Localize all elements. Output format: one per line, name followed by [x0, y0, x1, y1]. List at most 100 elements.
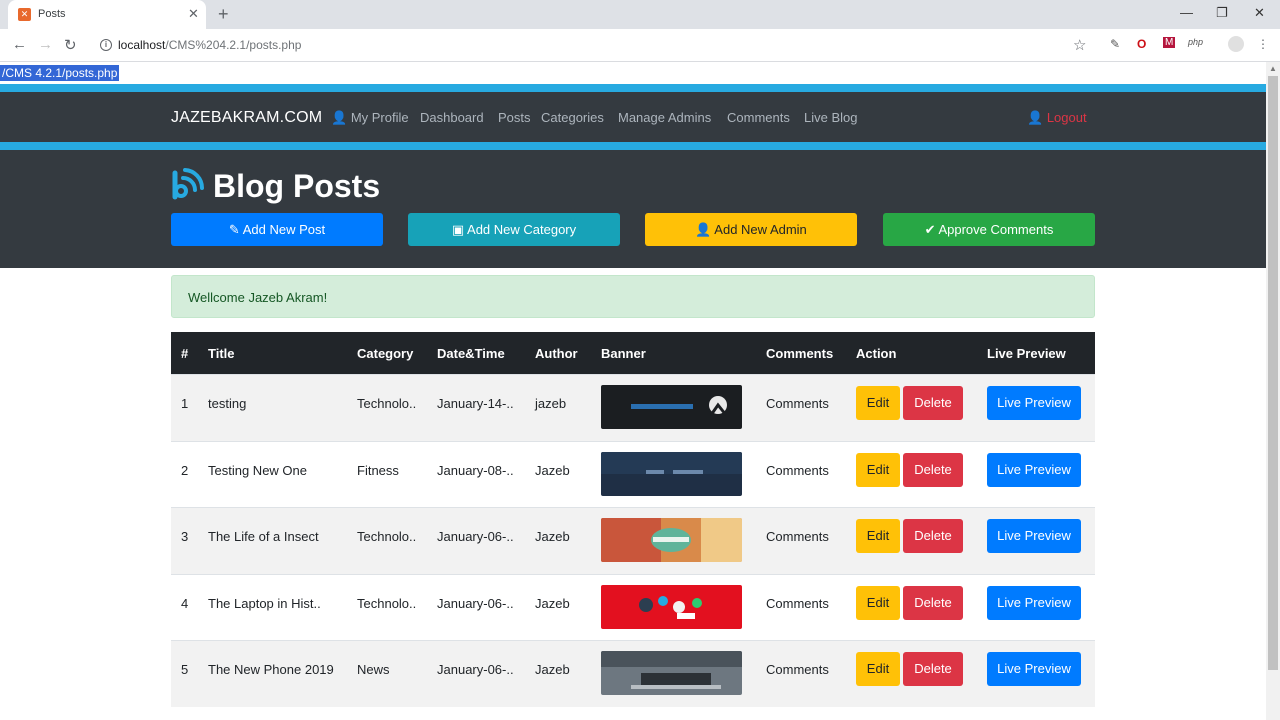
edit-button[interactable]: Edit — [856, 585, 900, 620]
blog-icon — [172, 168, 205, 200]
row-comments-link[interactable]: Comments — [766, 596, 829, 611]
menu-kebab-icon[interactable]: ⋮ — [1257, 37, 1269, 51]
live-preview-button[interactable]: Live Preview — [987, 585, 1081, 620]
header-datetime: Date&Time — [437, 346, 505, 361]
scroll-thumb[interactable] — [1268, 76, 1278, 670]
row-category: Technolo.. — [357, 529, 417, 545]
nav-posts[interactable]: Posts — [498, 110, 531, 125]
live-preview-button[interactable]: Live Preview — [987, 386, 1081, 420]
row-date: January-14-.. — [437, 396, 514, 411]
user-plus-icon: 👤 — [695, 222, 712, 237]
minimize-icon[interactable]: — — [1180, 5, 1193, 20]
row-comments-link[interactable]: Comments — [766, 463, 829, 478]
row-category: Technolo.. — [357, 396, 417, 411]
edit-button[interactable]: Edit — [856, 652, 900, 687]
page-header: Blog Posts ✎ Add New Post ▣ Add New Cate… — [0, 150, 1266, 268]
selected-path-text: /CMS 4.2.1/posts.php — [0, 65, 120, 81]
edit-button[interactable]: Edit — [856, 519, 900, 554]
header-live-preview: Live Preview — [987, 346, 1066, 361]
m-extension-icon[interactable]: M — [1163, 37, 1176, 48]
profile-avatar-icon[interactable] — [1228, 36, 1244, 52]
row-comments-link[interactable]: Comments — [766, 662, 829, 677]
bottom-accent-stripe — [0, 142, 1266, 150]
row-author: Jazeb — [535, 462, 570, 478]
header-title: Title — [208, 346, 235, 361]
bookmark-star-icon[interactable]: ☆ — [1073, 36, 1086, 54]
row-author: Jazeb — [535, 595, 570, 611]
close-window-icon[interactable]: ✕ — [1254, 5, 1265, 21]
row-num: 1 — [181, 396, 189, 411]
info-icon[interactable]: i — [100, 39, 112, 51]
edit-button[interactable]: Edit — [856, 452, 900, 487]
site-navbar: JAZEBAKRAM.COM 👤 My Profile Dashboard Po… — [0, 92, 1266, 142]
scroll-up-icon[interactable]: ▲ — [1269, 64, 1277, 73]
check-icon: ✔ — [924, 222, 936, 237]
php-extension-icon[interactable]: php — [1188, 37, 1203, 47]
add-new-post-button[interactable]: ✎ Add New Post — [171, 213, 383, 246]
user-icon: 👤 — [331, 110, 348, 125]
row-comments-link[interactable]: Comments — [766, 396, 829, 411]
nav-my-profile[interactable]: 👤 My Profile — [331, 110, 409, 126]
banner-image — [601, 518, 742, 563]
new-tab-icon[interactable]: + — [218, 4, 229, 25]
live-preview-button[interactable]: Live Preview — [987, 652, 1081, 687]
add-new-category-button[interactable]: ▣ Add New Category — [408, 213, 620, 246]
add-new-admin-button[interactable]: 👤 Add New Admin — [645, 213, 857, 246]
address-bar[interactable]: i localhost/CMS%204.2.1/posts.php ☆ — [90, 33, 1100, 58]
table-row: 3 The Life of a Insect Technolo.. Januar… — [171, 507, 1095, 574]
back-arrow-icon[interactable]: ← — [12, 36, 27, 53]
banner-image — [601, 584, 742, 629]
reload-icon[interactable]: ↻ — [64, 36, 77, 54]
nav-manage-admins[interactable]: Manage Admins — [618, 110, 711, 125]
xampp-favicon-icon: ✕ — [18, 8, 31, 21]
forward-arrow-icon[interactable]: → — [38, 36, 53, 53]
nav-dashboard[interactable]: Dashboard — [420, 110, 484, 125]
live-preview-button[interactable]: Live Preview — [987, 452, 1081, 487]
user-times-icon: 👤 — [1027, 110, 1044, 125]
header-author: Author — [535, 346, 578, 361]
edit-icon: ✎ — [228, 222, 240, 237]
welcome-alert: Wellcome Jazeb Akram! — [171, 275, 1095, 318]
site-brand[interactable]: JAZEBAKRAM.COM — [171, 109, 322, 127]
header-num: # — [181, 346, 189, 361]
delete-button[interactable]: Delete — [903, 585, 963, 620]
row-num: 3 — [181, 529, 189, 545]
live-preview-button[interactable]: Live Preview — [987, 519, 1081, 554]
opera-extension-icon[interactable]: O — [1137, 37, 1146, 51]
close-tab-icon[interactable]: ✕ — [188, 6, 199, 22]
url-text: localhost/CMS%204.2.1/posts.php — [118, 38, 302, 52]
logout-link[interactable]: 👤 Logout — [1027, 110, 1087, 126]
browser-tab-posts[interactable]: ✕ Posts ✕ — [8, 0, 206, 29]
delete-button[interactable]: Delete — [903, 519, 963, 554]
header-banner: Banner — [601, 346, 646, 361]
nav-categories[interactable]: Categories — [541, 110, 604, 125]
row-num: 4 — [181, 595, 189, 611]
browser-toolbar: ← → ↻ i localhost/CMS%204.2.1/posts.php … — [0, 29, 1280, 62]
page-top-area: /CMS 4.2.1/posts.php — [0, 62, 1266, 84]
table-header: # Title Category Date&Time Author Banner… — [171, 332, 1095, 374]
nav-comments[interactable]: Comments — [727, 110, 790, 125]
row-title: testing — [208, 396, 247, 411]
row-date: January-06-.. — [437, 529, 514, 545]
header-category: Category — [357, 346, 414, 361]
page-scrollbar[interactable]: ▲ — [1266, 62, 1280, 720]
banner-image — [601, 651, 742, 696]
delete-button[interactable]: Delete — [903, 652, 963, 687]
header-comments: Comments — [766, 346, 834, 361]
delete-button[interactable]: Delete — [903, 386, 963, 420]
page-title: Blog Posts — [213, 168, 381, 204]
delete-button[interactable]: Delete — [903, 452, 963, 487]
row-category: Technolo.. — [357, 595, 417, 611]
nav-live-blog[interactable]: Live Blog — [804, 110, 857, 125]
edit-button[interactable]: Edit — [856, 386, 900, 420]
tab-title: Posts — [38, 8, 66, 20]
restore-icon[interactable]: ❐ — [1216, 5, 1228, 21]
approve-comments-button[interactable]: ✔ Approve Comments — [883, 213, 1095, 246]
top-accent-stripe — [0, 84, 1266, 92]
alert-message: Wellcome Jazeb Akram! — [188, 290, 328, 305]
eyedropper-extension-icon[interactable]: ✎ — [1110, 37, 1120, 51]
header-action: Action — [856, 346, 897, 361]
row-comments-link[interactable]: Comments — [766, 529, 829, 544]
folder-plus-icon: ▣ — [451, 222, 465, 237]
row-num: 5 — [181, 662, 189, 678]
